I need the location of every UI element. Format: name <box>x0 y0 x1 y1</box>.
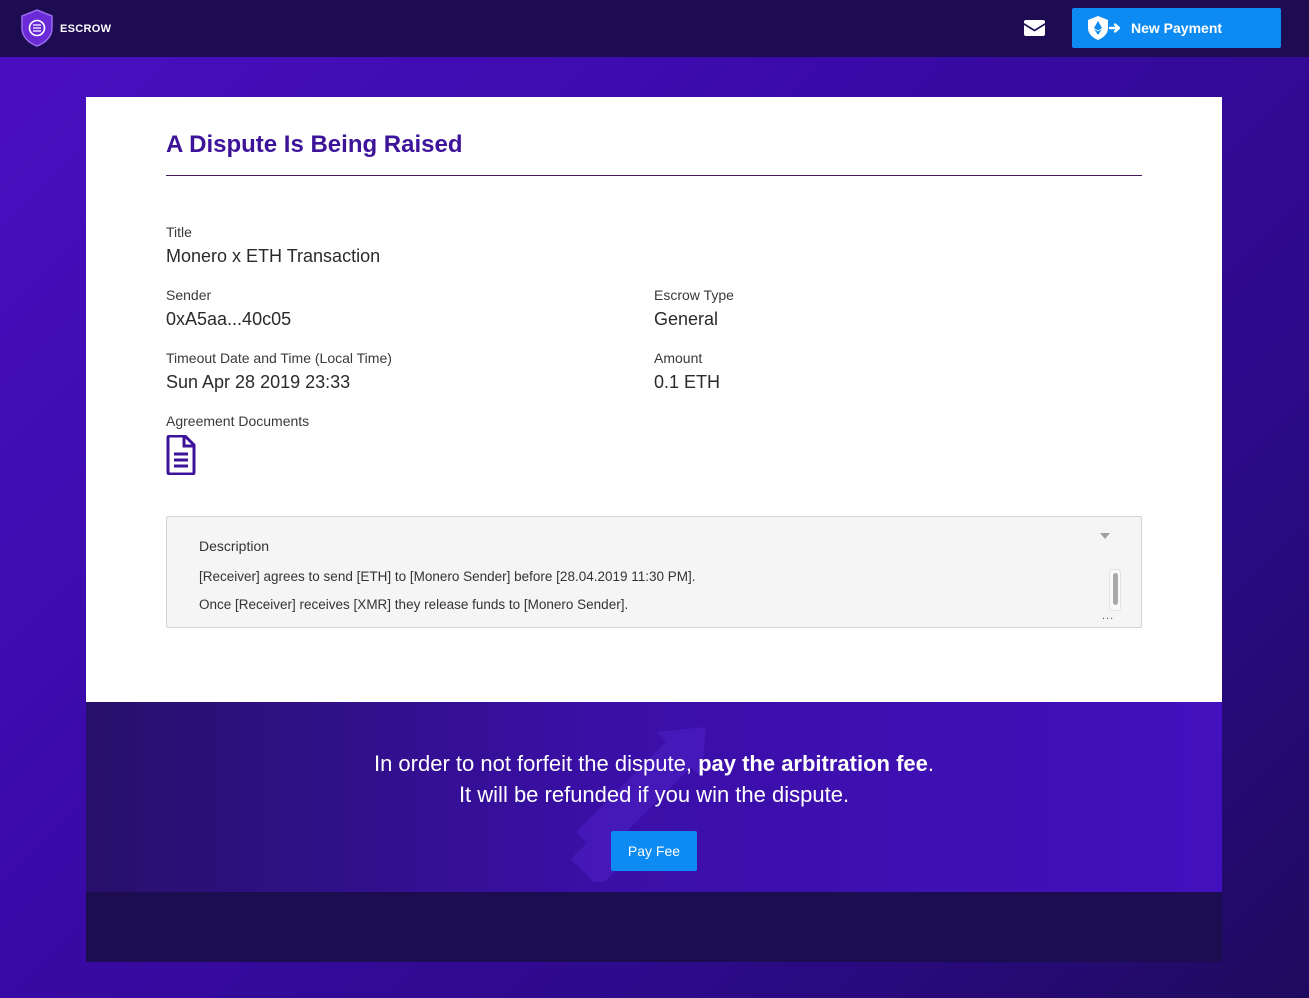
pay-fee-button[interactable]: Pay Fee <box>611 831 697 871</box>
description-label: Description <box>199 538 270 554</box>
description-panel[interactable]: Description [Receiver] agrees to send [E… <box>166 516 1142 628</box>
field-escrow-type: Escrow Type General <box>654 287 734 330</box>
scrollbar-thumb[interactable] <box>1113 573 1118 605</box>
new-payment-button[interactable]: New Payment <box>1072 8 1281 48</box>
message-line-1: In order to not forfeit the dispute, pay… <box>373 751 935 776</box>
description-line: Once [Receiver] receives [XMR] they rele… <box>199 597 629 612</box>
document-icon[interactable] <box>166 435 196 475</box>
arbitration-message: In order to not forfeit the dispute, pay… <box>86 748 1222 810</box>
resize-handle[interactable]: ... <box>1102 610 1114 622</box>
message-line-2: It will be refunded if you win the dispu… <box>458 782 850 807</box>
logo-text: ESCROW <box>60 22 112 35</box>
page-title: A Dispute Is Being Raised <box>166 131 463 158</box>
escrow-type-value: General <box>654 309 719 329</box>
timeout-value: Sun Apr 28 2019 23:33 <box>166 372 351 392</box>
messages-button[interactable] <box>1023 18 1045 38</box>
new-payment-label: New Payment <box>1131 20 1223 36</box>
chevron-down-icon[interactable] <box>1100 533 1110 539</box>
documents-label: Agreement Documents <box>166 413 310 429</box>
emphasis-text: pay the arbitration fee <box>698 751 928 776</box>
shield-ethereum-arrow-icon <box>1088 16 1121 40</box>
footer-banner: In order to not forfeit the dispute, pay… <box>86 702 1222 892</box>
amount-label: Amount <box>654 350 703 366</box>
arbitration-fee-panel: In order to not forfeit the dispute, pay… <box>86 702 1222 962</box>
field-timeout: Timeout Date and Time (Local Time) Sun A… <box>166 350 392 393</box>
shield-logo-icon <box>21 9 53 47</box>
field-amount: Amount 0.1 ETH <box>654 350 720 393</box>
field-agreement-documents: Agreement Documents <box>166 413 309 429</box>
field-sender: Sender 0xA5aa...40c05 <box>166 287 291 330</box>
field-title: Title Monero x ETH Transaction <box>166 224 380 267</box>
escrow-type-label: Escrow Type <box>654 287 734 303</box>
description-line: [Receiver] agrees to send [ETH] to [Mone… <box>199 569 696 584</box>
sender-value: 0xA5aa...40c05 <box>166 309 292 329</box>
top-navigation-bar: ESCROW New Payment <box>0 0 1309 57</box>
sender-label: Sender <box>166 287 212 303</box>
amount-value: 0.1 ETH <box>654 372 721 392</box>
timeout-label: Timeout Date and Time (Local Time) <box>166 350 392 366</box>
title-divider <box>166 175 1142 176</box>
dispute-card: A Dispute Is Being Raised Title Monero x… <box>86 97 1222 702</box>
escrow-logo[interactable]: ESCROW <box>20 9 111 47</box>
title-label: Title <box>166 224 192 240</box>
description-scrollbar[interactable] <box>1109 569 1121 611</box>
title-value: Monero x ETH Transaction <box>166 246 381 266</box>
envelope-icon <box>1023 20 1045 36</box>
